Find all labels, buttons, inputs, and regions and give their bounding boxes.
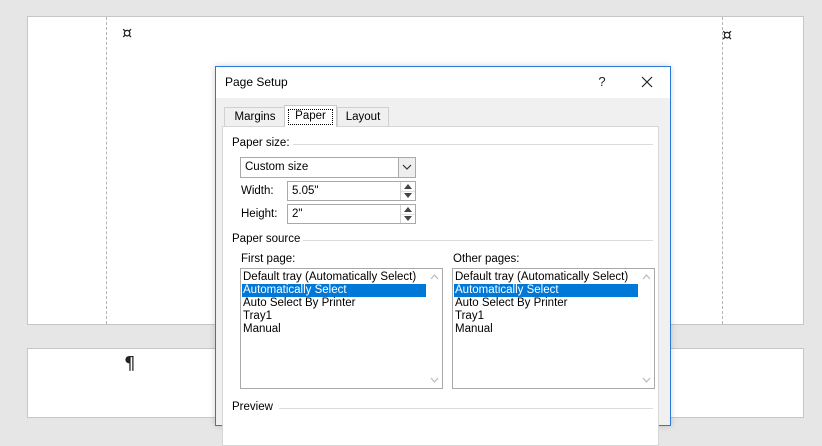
paper-source-group-label: Paper source [232, 233, 301, 245]
height-spinbox[interactable]: 2" [287, 204, 416, 224]
caret-down-icon [404, 193, 412, 198]
list-item[interactable]: Manual [242, 323, 426, 336]
list-item[interactable]: Manual [454, 323, 638, 336]
tab-label: Layout [345, 111, 381, 123]
width-spinbox[interactable]: 5.05" [287, 181, 416, 201]
list-item[interactable]: Default tray (Automatically Select) [242, 271, 426, 284]
chevron-up-icon[interactable] [429, 272, 440, 282]
list-item[interactable]: Tray1 [242, 310, 426, 323]
height-value: 2" [292, 208, 303, 220]
dropdown-button[interactable] [398, 158, 415, 177]
list-item-selected[interactable]: Automatically Select [454, 284, 638, 297]
caret-down-icon [404, 216, 412, 221]
caret-up-icon [404, 207, 412, 212]
height-decrement-button[interactable] [401, 214, 415, 223]
list-item[interactable]: Default tray (Automatically Select) [454, 271, 638, 284]
tab-paper[interactable]: Paper [284, 105, 337, 127]
caret-up-icon [404, 184, 412, 189]
paper-size-select[interactable]: Custom size [240, 157, 416, 178]
listbox-scrollbar[interactable] [427, 269, 442, 388]
preview-group-label: Preview [232, 401, 273, 413]
tab-layout[interactable]: Layout [337, 107, 389, 126]
close-icon [641, 76, 653, 88]
tab-margins[interactable]: Margins [224, 107, 286, 126]
listbox-scrollbar[interactable] [639, 269, 654, 388]
margin-guide-left [106, 17, 107, 324]
paragraph-mark: ¶ [124, 353, 136, 374]
paper-tab-panel: Paper size: Custom size Width: 5.05" Hei… [222, 126, 659, 446]
chevron-up-icon[interactable] [641, 272, 652, 282]
chevron-down-icon [402, 164, 412, 170]
close-button[interactable] [634, 71, 660, 93]
first-page-listbox[interactable]: Default tray (Automatically Select) Auto… [240, 268, 443, 389]
cell-end-mark: ¤ [722, 25, 733, 44]
paper-size-group-label: Paper size: [232, 137, 290, 149]
paper-size-value: Custom size [245, 161, 309, 173]
focus-ring: Paper [288, 109, 333, 125]
other-pages-listbox[interactable]: Default tray (Automatically Select) Auto… [452, 268, 655, 389]
dialog-title: Page Setup [225, 75, 288, 89]
cell-end-mark: ¤ [122, 23, 133, 42]
group-divider [303, 240, 653, 241]
margin-guide-right [722, 17, 723, 324]
width-label: Width: [241, 185, 274, 197]
list-item-selected[interactable]: Automatically Select [242, 284, 426, 297]
group-divider [279, 408, 653, 409]
height-label: Height: [241, 208, 278, 220]
height-spin-buttons [400, 205, 415, 223]
page-setup-dialog: Page Setup ? Margins Layout Paper Paper … [215, 66, 671, 446]
list-item[interactable]: Auto Select By Printer [454, 297, 638, 310]
help-button[interactable]: ? [590, 71, 614, 93]
first-page-label: First page: [241, 253, 296, 265]
width-decrement-button[interactable] [401, 191, 415, 200]
width-spin-buttons [400, 182, 415, 200]
dialog-titlebar[interactable]: Page Setup ? [216, 67, 670, 98]
chevron-down-icon[interactable] [429, 375, 440, 385]
width-value: 5.05" [292, 185, 319, 197]
group-divider [293, 144, 653, 145]
tab-label: Paper [295, 110, 326, 122]
list-item[interactable]: Tray1 [454, 310, 638, 323]
tab-label: Margins [234, 111, 276, 123]
list-item[interactable]: Auto Select By Printer [242, 297, 426, 310]
chevron-down-icon[interactable] [641, 375, 652, 385]
other-pages-label: Other pages: [453, 253, 520, 265]
